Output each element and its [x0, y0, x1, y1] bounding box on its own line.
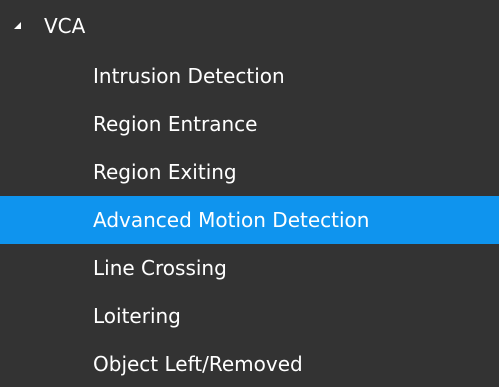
tree-item-object-left-removed[interactable]: Object Left/Removed — [0, 340, 499, 387]
tree-item-label-intrusion-detection: Intrusion Detection — [93, 64, 285, 88]
tree-item-label-vca: VCA — [44, 14, 86, 38]
vca-tree-panel: VCA Intrusion Detection Region Entrance … — [0, 0, 501, 389]
tree-item-region-entrance[interactable]: Region Entrance — [0, 100, 499, 148]
tree-item-line-crossing[interactable]: Line Crossing — [0, 244, 499, 292]
tree-item-loitering[interactable]: Loitering — [0, 292, 499, 340]
tree-item-intrusion-detection[interactable]: Intrusion Detection — [0, 52, 499, 100]
tree-item-label-region-exiting: Region Exiting — [93, 160, 237, 184]
tree-item-label-loitering: Loitering — [93, 304, 181, 328]
triangle-expanded-icon[interactable] — [14, 22, 21, 29]
tree-item-region-exiting[interactable]: Region Exiting — [0, 148, 499, 196]
tree-item-label-advanced-motion-detection: Advanced Motion Detection — [93, 208, 370, 232]
tree-item-advanced-motion-detection[interactable]: Advanced Motion Detection — [0, 196, 499, 244]
tree-item-label-object-left-removed: Object Left/Removed — [93, 352, 303, 376]
tree-item-label-region-entrance: Region Entrance — [93, 112, 258, 136]
tree-item-vca[interactable]: VCA — [0, 0, 499, 52]
tree-item-label-line-crossing: Line Crossing — [93, 256, 227, 280]
